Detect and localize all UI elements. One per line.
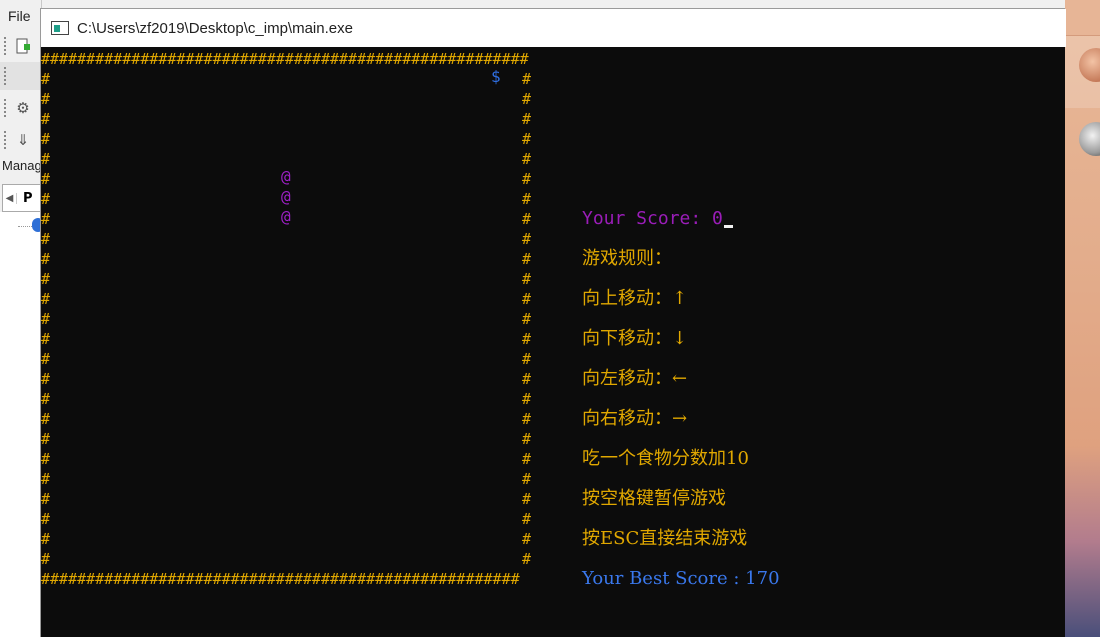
rule-move-right: 向右移动：→ [582, 408, 688, 429]
text-cursor [723, 225, 733, 228]
tree-connector [18, 226, 32, 227]
score-value: 0 [712, 208, 723, 229]
new-file-icon[interactable] [14, 37, 32, 55]
ide-background: File ⚙ ⇓ Manag ◀ P [0, 0, 44, 637]
side-app-strip [1065, 0, 1100, 637]
rule-move-left: 向左移动：← [582, 368, 688, 389]
rule-food-score: 吃一个食物分数加10 [582, 448, 749, 469]
rule-exit: 按ESC直接结束游戏 [582, 528, 748, 549]
toolbar-grip [4, 37, 8, 55]
side-app-header [1065, 0, 1100, 36]
rule-move-up: 向上移动：↑ [582, 288, 688, 309]
rule-pause: 按空格键暂停游戏 [582, 488, 726, 509]
menu-file[interactable]: File [8, 8, 31, 24]
rule-move-down: 向下移动：↓ [582, 328, 688, 349]
chevron-left-icon[interactable]: ◀ [3, 192, 17, 204]
snake-segment: @ [281, 187, 291, 206]
toolbar-grip [4, 99, 8, 117]
wall-bottom: ########################################… [41, 570, 520, 588]
toolbar-grip [4, 67, 8, 85]
toolbar-import[interactable]: ⇓ [0, 126, 42, 154]
toolbar-new[interactable] [0, 32, 42, 60]
score-line: Your Score: 0 [582, 209, 733, 229]
rules-title: 游戏规则： [582, 248, 672, 269]
title-bar[interactable]: C:\Users\zf2019\Desktop\c_imp\main.exe [41, 9, 1066, 47]
food: $ [491, 67, 501, 86]
console-screen[interactable]: ########################################… [41, 47, 1065, 637]
toolbar-grip [4, 131, 8, 149]
gear-icon[interactable]: ⚙ [14, 99, 32, 117]
panel-tab[interactable]: P [23, 191, 33, 206]
wall-top: ########################################… [41, 50, 529, 68]
score-label: Your Score: [582, 208, 713, 229]
import-icon[interactable]: ⇓ [14, 131, 32, 149]
project-tree [0, 212, 44, 637]
snake-segment: @ [281, 167, 291, 186]
toolbar-blank [0, 62, 42, 90]
console-app-icon [51, 21, 69, 35]
toolbar-settings[interactable]: ⚙ [0, 94, 42, 122]
console-window: C:\Users\zf2019\Desktop\c_imp\main.exe #… [40, 8, 1066, 637]
wall-right: # # # # # # # # # # # # # # # # # # # # … [522, 70, 532, 568]
wall-left: # # # # # # # # # # # # # # # # # # # # … [41, 70, 51, 568]
window-title: C:\Users\zf2019\Desktop\c_imp\main.exe [77, 19, 353, 37]
panel-tab-row[interactable]: ◀ P [2, 184, 42, 212]
avatar[interactable] [1079, 122, 1100, 156]
snake-segment: @ [281, 207, 291, 226]
panel-label: Manag [2, 158, 42, 173]
best-score: Your Best Score : 170 [582, 568, 780, 589]
